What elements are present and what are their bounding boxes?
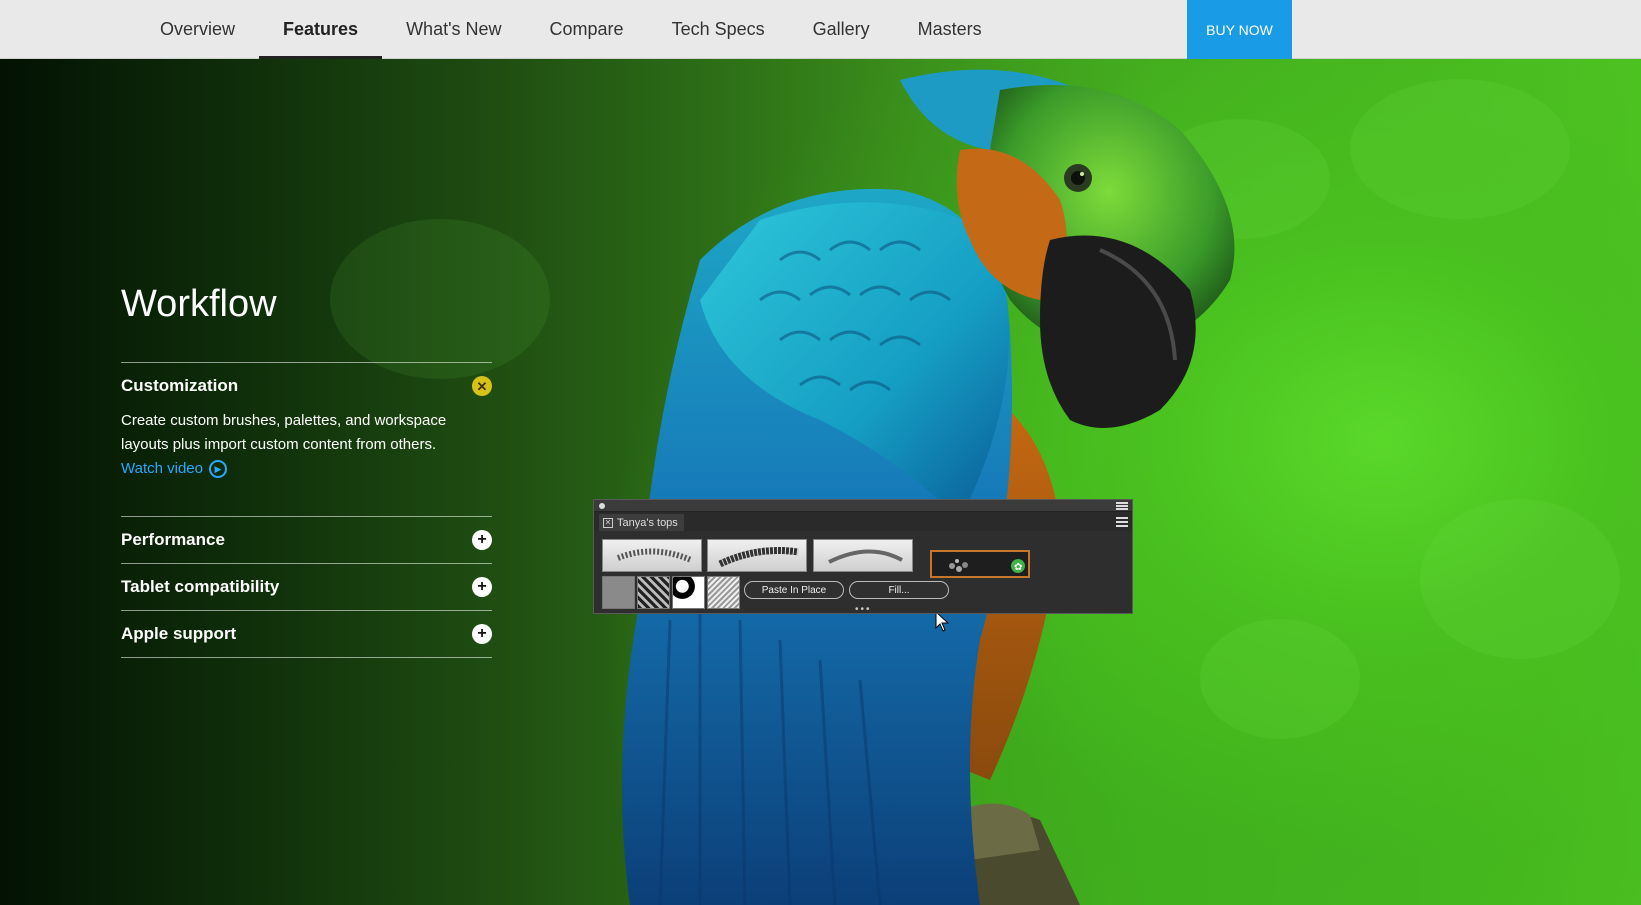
custom-palette-window[interactable]: ✕ Tanya's tops ✿ Paste In Place Fill... … xyxy=(593,499,1133,615)
customization-description: Create custom brushes, palettes, and wor… xyxy=(121,412,447,453)
watch-video-label: Watch video xyxy=(121,460,203,477)
palette-tab-label: Tanya's tops xyxy=(617,516,678,529)
brush-preset-3[interactable] xyxy=(813,539,913,572)
paper-texture-3[interactable] xyxy=(672,576,705,609)
fill-button[interactable]: Fill... xyxy=(849,581,949,599)
buy-now-button[interactable]: BUY NOW xyxy=(1187,0,1292,59)
nav-item-gallery[interactable]: Gallery xyxy=(789,0,894,59)
tab-close-icon[interactable]: ✕ xyxy=(603,517,613,528)
nav-item-tech-specs[interactable]: Tech Specs xyxy=(648,0,789,59)
accordion-body: Create custom brushes, palettes, and wor… xyxy=(121,409,492,503)
plus-icon[interactable]: + xyxy=(472,530,492,550)
palette-tab[interactable]: ✕ Tanya's tops xyxy=(599,514,684,531)
accordion-customization: Customization ✕ Create custom brushes, p… xyxy=(121,362,492,503)
accordion-title: Apple support xyxy=(121,624,237,643)
accordion-bottom-divider xyxy=(121,657,492,658)
accordion-title: Customization xyxy=(121,376,239,395)
close-icon[interactable]: ✕ xyxy=(472,376,492,396)
nav-list: Overview Features What's New Compare Tec… xyxy=(136,0,1006,59)
paste-in-place-button[interactable]: Paste In Place xyxy=(744,581,844,599)
plus-icon[interactable]: + xyxy=(472,577,492,597)
palette-more-icon[interactable]: ••• xyxy=(855,604,872,615)
palette-close-dot-icon[interactable] xyxy=(599,503,605,509)
palette-menu-icon[interactable] xyxy=(1116,502,1128,510)
nav-item-overview[interactable]: Overview xyxy=(136,0,259,59)
accordion-apple-support: Apple support + xyxy=(121,610,492,657)
workflow-title: Workflow xyxy=(121,283,277,325)
paper-texture-1[interactable] xyxy=(602,576,635,609)
accordion-header-customization[interactable]: Customization ✕ xyxy=(121,363,492,409)
accordion-tablet-compatibility: Tablet compatibility + xyxy=(121,563,492,610)
watch-video-link[interactable]: Watch video ▶ xyxy=(121,457,227,481)
accordion-performance: Performance + xyxy=(121,516,492,563)
brush-preset-selected[interactable]: ✿ xyxy=(930,550,1030,578)
nav-item-masters[interactable]: Masters xyxy=(894,0,1006,59)
accordion-header-apple-support[interactable]: Apple support + xyxy=(121,611,492,657)
nav-item-compare[interactable]: Compare xyxy=(526,0,648,59)
play-icon: ▶ xyxy=(208,460,227,478)
top-navigation-bar: Overview Features What's New Compare Tec… xyxy=(0,0,1641,59)
accordion-title: Performance xyxy=(121,530,225,549)
accordion-title: Tablet compatibility xyxy=(121,577,280,596)
nav-item-whats-new[interactable]: What's New xyxy=(382,0,525,59)
paper-texture-2[interactable] xyxy=(637,576,670,609)
accordion-header-performance[interactable]: Performance + xyxy=(121,517,492,563)
palette-tab-row: ✕ Tanya's tops xyxy=(594,512,1132,531)
nav-item-features[interactable]: Features xyxy=(259,0,383,59)
palette-title-bar[interactable] xyxy=(594,500,1132,512)
accordion-header-tablet-compatibility[interactable]: Tablet compatibility + xyxy=(121,564,492,610)
paper-texture-4[interactable] xyxy=(707,576,740,609)
brush-preset-2[interactable] xyxy=(707,539,807,572)
svg-text:✿: ✿ xyxy=(1014,562,1022,573)
brush-preset-1[interactable] xyxy=(602,539,702,572)
plus-icon[interactable]: + xyxy=(472,624,492,644)
palette-options-icon[interactable] xyxy=(1116,517,1128,527)
